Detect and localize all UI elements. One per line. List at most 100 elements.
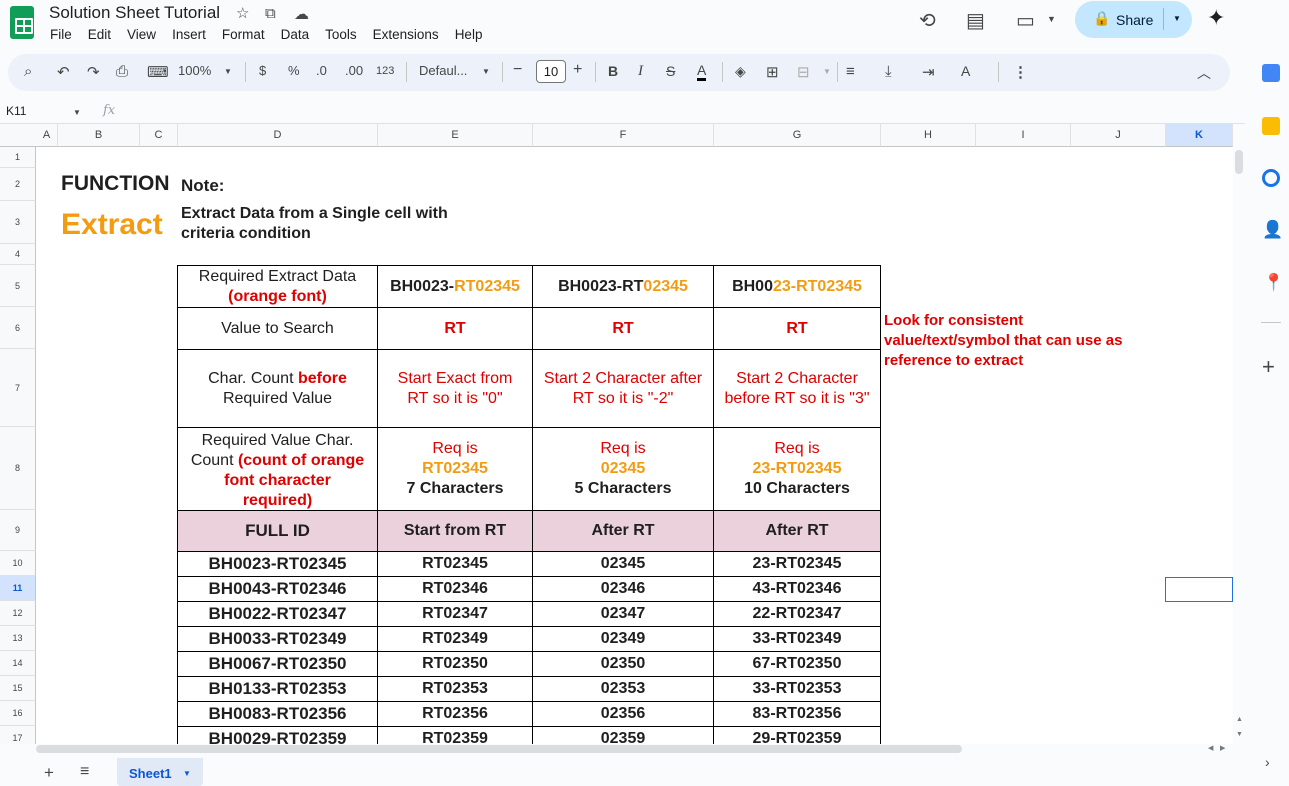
italic-button[interactable]: I bbox=[638, 63, 643, 80]
row-header[interactable]: 12 bbox=[0, 601, 36, 626]
search-menus-icon[interactable]: ⌕ bbox=[24, 63, 32, 80]
cell-start-from-rt[interactable]: RT02349 bbox=[378, 627, 533, 652]
share-dropdown-icon[interactable]: ▼ bbox=[1173, 14, 1181, 23]
decrease-decimal-button[interactable]: .0 bbox=[316, 63, 327, 78]
cell-after-rt-f[interactable]: 02356 bbox=[533, 702, 714, 727]
row-header[interactable]: 17 bbox=[0, 726, 36, 744]
cell-search-e[interactable]: RT bbox=[378, 308, 533, 350]
header-after-rt-g[interactable]: After RT bbox=[714, 511, 881, 552]
cell-full-id[interactable]: BH0083-RT02356 bbox=[178, 702, 378, 727]
cell-start-from-rt[interactable]: RT02350 bbox=[378, 652, 533, 677]
name-box[interactable]: K11 bbox=[6, 104, 26, 118]
column-header-a[interactable]: A bbox=[36, 124, 58, 147]
sheet-tab-dropdown-icon[interactable]: ▼ bbox=[183, 769, 191, 778]
header-after-rt-f[interactable]: After RT bbox=[533, 511, 714, 552]
row-header[interactable]: 14 bbox=[0, 651, 36, 676]
cell-example-f[interactable]: BH0023-RT 02345 bbox=[533, 266, 714, 308]
horizontal-align-icon[interactable]: ≡ bbox=[846, 63, 855, 80]
cell-req-e[interactable]: Req is RT02345 7 Characters bbox=[378, 428, 533, 511]
cell-full-id[interactable]: BH0023-RT02345 bbox=[178, 552, 378, 577]
cell-start-from-rt[interactable]: RT02345 bbox=[378, 552, 533, 577]
cell-full-id[interactable]: BH0043-RT02346 bbox=[178, 577, 378, 602]
tasks-icon[interactable] bbox=[1262, 169, 1280, 187]
row-header[interactable]: 8 bbox=[0, 427, 36, 510]
column-header-f[interactable]: F bbox=[533, 124, 714, 147]
scroll-right-icon[interactable]: ▶ bbox=[1220, 744, 1225, 752]
select-all-corner[interactable] bbox=[0, 124, 37, 147]
all-sheets-icon[interactable]: ≡ bbox=[80, 763, 89, 781]
percent-format-button[interactable]: % bbox=[288, 63, 300, 78]
bold-button[interactable]: B bbox=[608, 63, 618, 79]
cell-start-from-rt[interactable]: RT02353 bbox=[378, 677, 533, 702]
cell-search-g[interactable]: RT bbox=[714, 308, 881, 350]
cell-full-id[interactable]: BH0133-RT02353 bbox=[178, 677, 378, 702]
cell-after-rt-f[interactable]: 02350 bbox=[533, 652, 714, 677]
row-header[interactable]: 2 bbox=[0, 168, 36, 201]
header-start-from-rt[interactable]: Start from RT bbox=[378, 511, 533, 552]
merge-dropdown-icon[interactable]: ▼ bbox=[823, 67, 831, 76]
more-formats-button[interactable]: 123 bbox=[376, 65, 394, 77]
formula-input[interactable] bbox=[123, 100, 1223, 120]
row-header[interactable]: 4 bbox=[0, 244, 36, 265]
borders-icon[interactable]: ⊞ bbox=[766, 63, 779, 81]
row-header[interactable]: 15 bbox=[0, 676, 36, 701]
add-sheet-icon[interactable]: + bbox=[44, 763, 54, 783]
column-header-k[interactable]: K bbox=[1166, 124, 1233, 147]
selected-cell-k11[interactable] bbox=[1165, 577, 1233, 602]
fill-color-icon[interactable]: ◈ bbox=[735, 63, 746, 80]
cell-req-g[interactable]: Req is 23-RT02345 10 Characters bbox=[714, 428, 881, 511]
cell-start-e[interactable]: Start Exact from RT so it is "0" bbox=[378, 350, 533, 428]
menu-data[interactable]: Data bbox=[281, 27, 310, 42]
cell-after-rt-g[interactable]: 67-RT02350 bbox=[714, 652, 881, 677]
merge-cells-icon[interactable]: ⊟ bbox=[797, 63, 810, 81]
spreadsheet-grid[interactable]: A B C D E F G H I J K 1 2 3 4 5 6 7 8 9 … bbox=[0, 124, 1233, 744]
meet-icon[interactable]: ▭ bbox=[1016, 8, 1035, 33]
cell-start-from-rt[interactable]: RT02356 bbox=[378, 702, 533, 727]
move-folder-icon[interactable]: ⧉ bbox=[265, 5, 276, 22]
cell-required-char-count-label[interactable]: Required Value Char. Count (count of ora… bbox=[178, 428, 378, 511]
version-history-icon[interactable]: ⟲ bbox=[919, 8, 936, 33]
scroll-up-icon[interactable]: ▲ bbox=[1236, 716, 1243, 723]
cell-start-from-rt[interactable]: RT02346 bbox=[378, 577, 533, 602]
menu-format[interactable]: Format bbox=[222, 27, 265, 42]
horizontal-scrollbar[interactable] bbox=[36, 745, 962, 753]
row-header[interactable]: 3 bbox=[0, 201, 36, 244]
cell-search-f[interactable]: RT bbox=[533, 308, 714, 350]
increase-decimal-button[interactable]: .00 bbox=[345, 63, 363, 78]
row-header[interactable]: 1 bbox=[0, 147, 36, 168]
currency-format-button[interactable]: $ bbox=[259, 63, 266, 78]
comments-icon[interactable]: ▤ bbox=[966, 8, 985, 33]
menu-tools[interactable]: Tools bbox=[325, 27, 357, 42]
decrease-font-size-button[interactable]: − bbox=[513, 61, 522, 79]
cell-after-rt-g[interactable]: 43-RT02346 bbox=[714, 577, 881, 602]
undo-icon[interactable]: ↶ bbox=[57, 63, 70, 81]
column-header-d[interactable]: D bbox=[178, 124, 378, 147]
maps-icon[interactable]: 📍 bbox=[1263, 273, 1284, 293]
menu-file[interactable]: File bbox=[50, 27, 72, 42]
cell-after-rt-g[interactable]: 22-RT02347 bbox=[714, 602, 881, 627]
calendar-icon[interactable] bbox=[1262, 64, 1280, 82]
font-size-input[interactable]: 10 bbox=[536, 60, 566, 83]
cloud-status-icon[interactable]: ☁ bbox=[294, 5, 309, 23]
menu-insert[interactable]: Insert bbox=[172, 27, 206, 42]
cell-start-from-rt[interactable]: RT02359 bbox=[378, 727, 533, 744]
name-box-dropdown-icon[interactable]: ▼ bbox=[73, 108, 81, 117]
scroll-down-icon[interactable]: ▼ bbox=[1236, 731, 1243, 738]
cell-after-rt-f[interactable]: 02359 bbox=[533, 727, 714, 744]
contacts-icon[interactable]: 👤 bbox=[1262, 220, 1283, 240]
cell-full-id[interactable]: BH0022-RT02347 bbox=[178, 602, 378, 627]
column-header-g[interactable]: G bbox=[714, 124, 881, 147]
vertical-align-icon[interactable]: ⤓ bbox=[885, 63, 892, 80]
cell-req-f[interactable]: Req is 02345 5 Characters bbox=[533, 428, 714, 511]
print-icon[interactable]: ⎙ bbox=[116, 63, 128, 80]
document-title[interactable]: Solution Sheet Tutorial bbox=[49, 3, 220, 23]
cell-after-rt-g[interactable]: 83-RT02356 bbox=[714, 702, 881, 727]
row-header[interactable]: 16 bbox=[0, 701, 36, 726]
cell-full-id[interactable]: BH0033-RT02349 bbox=[178, 627, 378, 652]
menu-edit[interactable]: Edit bbox=[88, 27, 111, 42]
more-options-icon[interactable]: ⋮ bbox=[1013, 63, 1028, 81]
sheets-logo-icon[interactable] bbox=[10, 6, 34, 39]
header-full-id[interactable]: FULL ID bbox=[178, 511, 378, 552]
cell-start-f[interactable]: Start 2 Character after RT so it is "-2" bbox=[533, 350, 714, 428]
cell-start-g[interactable]: Start 2 Character before RT so it is "3" bbox=[714, 350, 881, 428]
